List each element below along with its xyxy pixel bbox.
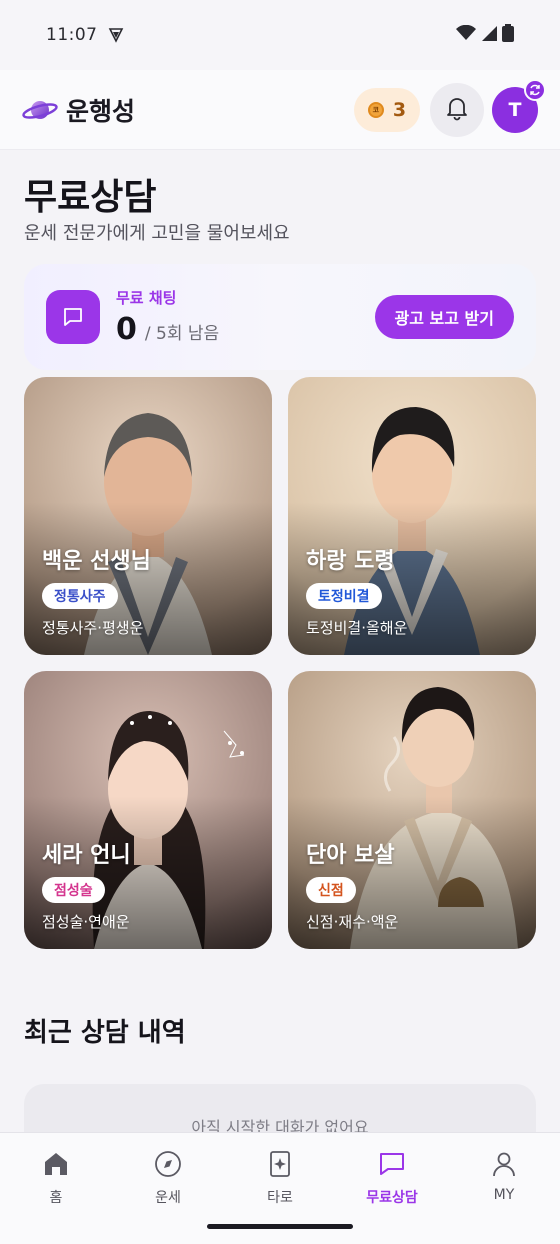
person-icon	[489, 1149, 519, 1183]
counselor-tag: 점성술	[42, 877, 105, 903]
bell-icon	[444, 95, 470, 125]
nav-item-home[interactable]: 홈	[0, 1133, 112, 1244]
counselor-name: 세라 언니	[42, 843, 131, 868]
compass-icon	[153, 1149, 183, 1183]
counselor-card-baekun[interactable]: 백운 선생님 정통사주 정통사주·평생운	[24, 377, 272, 655]
avatar-letter: T	[508, 98, 522, 121]
counselor-name: 단아 보살	[306, 843, 395, 868]
nav-label: 타로	[267, 1190, 293, 1206]
profile-avatar-button[interactable]: T	[492, 78, 546, 133]
planet-logo-icon	[22, 96, 58, 124]
nav-label: 무료상담	[366, 1190, 418, 1206]
counselor-tag: 정통사주	[42, 583, 118, 609]
tarot-card-icon	[265, 1149, 295, 1183]
free-chat-count: 0	[116, 312, 137, 347]
nav-item-my[interactable]: MY	[448, 1133, 560, 1244]
page-title: 무료상담	[24, 177, 157, 218]
nav-label: MY	[493, 1187, 515, 1203]
recent-section-title: 최근 상담 내역	[24, 1018, 186, 1048]
counselor-card-dana[interactable]: 단아 보살 신점 신점·재수·액운	[288, 671, 536, 949]
counselor-description: 토정비결·올해운	[306, 619, 408, 637]
status-bar: 11:07	[0, 0, 560, 70]
cell-signal-icon	[481, 25, 497, 45]
nav-label: 운세	[155, 1190, 181, 1206]
app-header: 운행성 코 3 T	[0, 70, 560, 150]
vpn-shield-icon	[108, 27, 124, 43]
coin-icon: 코	[367, 101, 384, 118]
chat-bubble-icon	[46, 290, 100, 344]
home-indicator[interactable]	[207, 1224, 353, 1229]
free-chat-card: 무료 채팅 0 / 5회 남음 광고 보고 받기	[24, 264, 536, 370]
counselor-name: 하랑 도령	[306, 549, 395, 574]
counselor-description: 점성술·연애운	[42, 913, 130, 931]
page-subtitle: 운세 전문가에게 고민을 물어보세요	[24, 223, 290, 244]
chat-icon	[377, 1149, 407, 1183]
counselor-name: 백운 선생님	[42, 549, 151, 574]
wifi-icon	[456, 24, 476, 45]
free-chat-label: 무료 채팅	[116, 289, 177, 307]
counselor-card-sera[interactable]: 세라 언니 점성술 점성술·연애운	[24, 671, 272, 949]
nav-label: 홈	[49, 1190, 63, 1206]
app-title: 운행성	[66, 96, 136, 126]
free-chat-remaining: / 5회 남음	[144, 324, 220, 344]
counselor-tag: 토정비결	[306, 583, 382, 609]
sync-icon	[524, 78, 546, 101]
counselor-tag: 신점	[306, 877, 356, 903]
coin-count: 3	[392, 98, 407, 121]
counselor-description: 신점·재수·액운	[306, 913, 399, 931]
home-icon	[41, 1149, 71, 1183]
status-time: 11:07	[46, 25, 98, 45]
notification-button[interactable]	[430, 82, 484, 137]
battery-icon	[502, 24, 514, 46]
watch-ad-button[interactable]: 광고 보고 받기	[374, 295, 514, 339]
coin-balance-button[interactable]: 코 3	[354, 87, 420, 132]
counselor-card-harang[interactable]: 하랑 도령 토정비결 토정비결·올해운	[288, 377, 536, 655]
counselor-description: 정통사주·평생운	[42, 619, 144, 637]
